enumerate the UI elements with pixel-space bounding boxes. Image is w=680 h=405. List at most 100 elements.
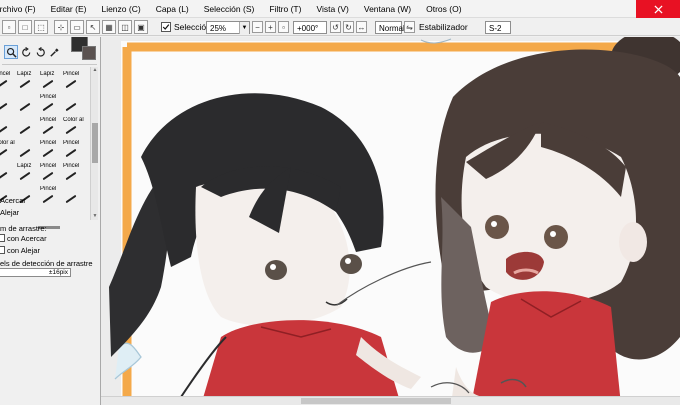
brush-cell[interactable]: Pincel bbox=[0, 71, 18, 90]
menu-archivo[interactable]: Archivo (F) bbox=[0, 4, 43, 14]
menu-filtro[interactable]: Filtro (T) bbox=[269, 4, 308, 14]
scrollbar-thumb[interactable] bbox=[92, 123, 98, 163]
canvas-artwork bbox=[109, 37, 680, 405]
menu-ventana[interactable]: Ventana (W) bbox=[364, 4, 418, 14]
brush-cell[interactable] bbox=[0, 117, 18, 136]
brush-label: Lapiz bbox=[40, 71, 55, 77]
brush-icon bbox=[0, 172, 8, 180]
hide-selection-button[interactable]: ⬚ bbox=[34, 20, 48, 34]
brush-cell[interactable]: Pincel bbox=[40, 186, 64, 205]
brush-label: Pincel bbox=[40, 117, 57, 123]
scrollbar-thumb[interactable] bbox=[301, 398, 451, 404]
brush-icon bbox=[40, 103, 54, 111]
plus-icon: + bbox=[268, 22, 273, 32]
move-button[interactable]: ↖ bbox=[86, 20, 100, 34]
drag-out-radio[interactable] bbox=[0, 246, 5, 254]
drag-in-radio[interactable] bbox=[0, 234, 5, 242]
stabilizer-select[interactable]: S-2 bbox=[485, 21, 511, 34]
flip-icon: ⇋ bbox=[406, 22, 413, 32]
rotate-cw-button[interactable]: ↻ bbox=[343, 21, 354, 33]
transform-button[interactable]: ◫ bbox=[118, 20, 132, 34]
brush-label: Lapiz bbox=[17, 71, 32, 77]
deselect-button[interactable]: ⊹ bbox=[54, 20, 68, 34]
rotation-field[interactable]: +000° bbox=[293, 21, 327, 34]
divider bbox=[2, 64, 97, 65]
menu-seleccion[interactable]: Selección (S) bbox=[204, 4, 262, 14]
rotate-right-icon: ↻ bbox=[345, 22, 352, 32]
stabilizer-value: S-2 bbox=[489, 24, 502, 33]
brush-cell[interactable]: Lapiz bbox=[40, 71, 64, 90]
brush-cell[interactable] bbox=[17, 94, 41, 113]
brush-cell[interactable]: Pincel bbox=[63, 163, 87, 182]
brush-icon bbox=[17, 80, 31, 88]
brush-label: Pincel bbox=[63, 163, 80, 169]
brush-cell[interactable]: Lapiz bbox=[17, 163, 41, 182]
brush-cell[interactable]: Color al bbox=[63, 117, 87, 136]
flip-horizontal-button[interactable]: ⇋ bbox=[404, 21, 415, 33]
zoom-reset-button[interactable]: ▫ bbox=[278, 21, 289, 33]
menu-otros[interactable]: Otros (O) bbox=[426, 4, 468, 14]
zoom-out-button[interactable]: − bbox=[252, 21, 263, 33]
zoom-icon[interactable] bbox=[4, 45, 18, 59]
selection-checkbox[interactable] bbox=[161, 22, 171, 32]
reset-rotation-icon: ↔ bbox=[357, 22, 366, 32]
brush-icon bbox=[0, 126, 8, 134]
scroll-down-icon[interactable]: ▼ bbox=[91, 213, 99, 220]
canvas-area[interactable] bbox=[101, 37, 680, 405]
canvas-horizontal-scrollbar[interactable] bbox=[101, 396, 680, 405]
layer-icon: ▫ bbox=[7, 22, 11, 32]
brush-icon bbox=[40, 80, 54, 88]
sub-color-swatch[interactable] bbox=[82, 46, 96, 60]
brush-cell[interactable]: Pincel bbox=[40, 117, 64, 136]
mode-field[interactable]: Normal bbox=[375, 21, 405, 34]
lock-button[interactable]: ▣ bbox=[134, 20, 148, 34]
brush-cell[interactable]: Pincel bbox=[40, 140, 64, 159]
lock-icon: ▣ bbox=[137, 22, 145, 32]
brush-icon bbox=[63, 195, 77, 203]
menu-bar: Archivo (F) Editar (E) Lienzo (C) Capa (… bbox=[0, 0, 680, 18]
brush-cell[interactable]: Lapiz bbox=[17, 71, 41, 90]
brush-cell[interactable] bbox=[17, 117, 41, 136]
eyedropper-icon[interactable] bbox=[47, 45, 61, 59]
layer-visibility-button[interactable]: □ bbox=[18, 20, 32, 34]
brush-cell[interactable]: Pincel bbox=[63, 71, 87, 90]
brush-label: Pincel bbox=[63, 140, 80, 146]
menu-vista[interactable]: Vista (V) bbox=[316, 4, 355, 14]
brush-cell[interactable]: Pincel bbox=[40, 163, 64, 182]
crosshair-icon: ⊹ bbox=[57, 22, 65, 32]
alejar-option[interactable]: Alejar bbox=[0, 208, 19, 217]
brush-cell[interactable] bbox=[0, 94, 18, 113]
rotate-reset-icon[interactable] bbox=[33, 45, 47, 59]
brush-label: Pincel bbox=[40, 94, 57, 100]
rotate-ccw-button[interactable]: ↺ bbox=[330, 21, 341, 33]
brush-cell[interactable]: Pincel bbox=[63, 140, 87, 159]
brush-scrollbar[interactable]: ▲ ▼ bbox=[90, 67, 98, 220]
square-icon: □ bbox=[22, 22, 28, 32]
flip-button[interactable]: ▦ bbox=[102, 20, 116, 34]
brush-cell[interactable]: Pincel bbox=[40, 94, 64, 113]
rotate-icon[interactable] bbox=[19, 45, 33, 59]
window-close-button[interactable] bbox=[636, 0, 680, 18]
zoom-select[interactable]: 25% ▼ bbox=[206, 21, 250, 34]
invert-selection-button[interactable]: ▭ bbox=[70, 20, 84, 34]
reset-icon: ▫ bbox=[282, 22, 285, 32]
check-icon bbox=[162, 24, 170, 30]
menu-editar[interactable]: Editar (E) bbox=[51, 4, 94, 14]
brush-icon bbox=[63, 149, 77, 157]
menu-capa[interactable]: Capa (L) bbox=[156, 4, 196, 14]
zoom-in-button[interactable]: + bbox=[265, 21, 276, 33]
brush-cell[interactable] bbox=[17, 140, 41, 159]
brush-cell[interactable]: Color al bbox=[0, 140, 18, 159]
brush-cell[interactable] bbox=[0, 163, 18, 182]
brush-cell[interactable] bbox=[63, 186, 87, 205]
scroll-up-icon[interactable]: ▲ bbox=[91, 67, 99, 74]
brush-label: Pincel bbox=[63, 71, 80, 77]
acercar-option[interactable]: Acercar bbox=[0, 196, 26, 205]
menu-lienzo[interactable]: Lienzo (C) bbox=[101, 4, 147, 14]
brush-icon bbox=[63, 172, 77, 180]
brush-cell[interactable] bbox=[63, 94, 87, 113]
new-layer-button[interactable]: ▫ bbox=[2, 20, 16, 34]
chevron-down-icon: ▼ bbox=[239, 22, 249, 34]
rotate-reset-button[interactable]: ↔ bbox=[356, 21, 367, 33]
drag-threshold-field[interactable]: ±16pix bbox=[0, 268, 71, 277]
